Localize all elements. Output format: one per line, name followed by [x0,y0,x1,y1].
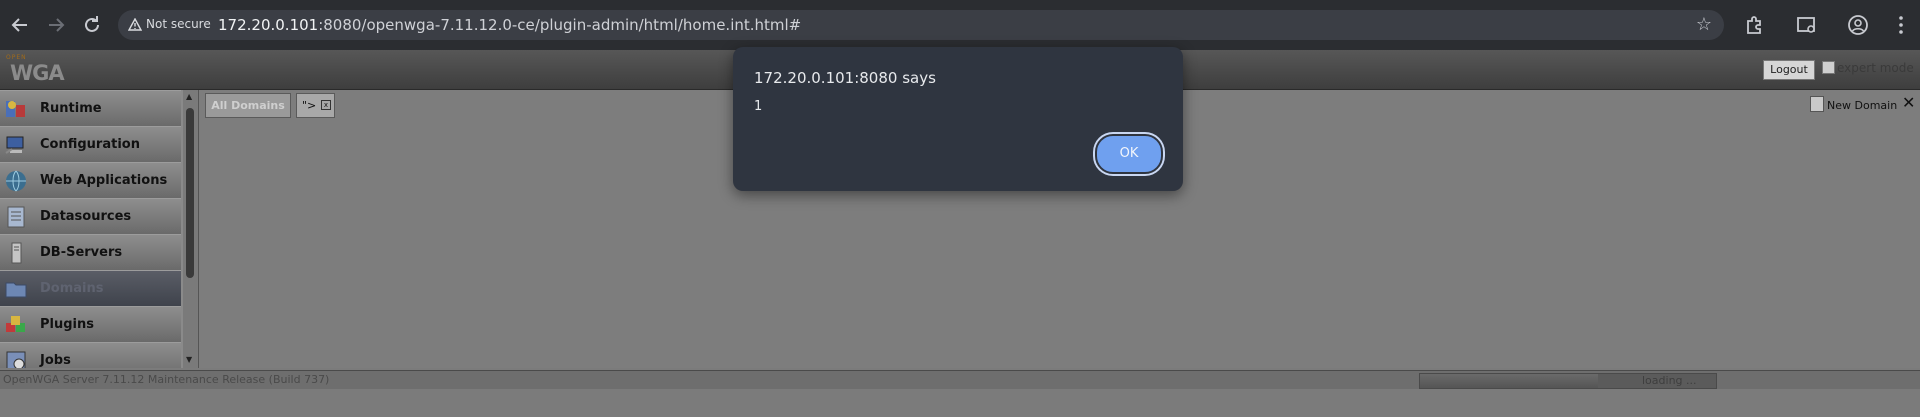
menu-kebab-icon[interactable] [1889,13,1913,37]
reload-icon[interactable] [80,13,104,37]
extensions-puzzle-icon[interactable] [1742,13,1766,37]
folder-icon [4,277,28,301]
page-footer-area [0,389,1920,417]
sidebar-item-configuration[interactable]: Configuration [0,126,181,163]
browser-toolbar: Not secure 172.20.0.101:8080/openwga-7.1… [0,0,1920,50]
sidebar-item-label: Plugins [40,317,94,332]
profile-avatar-icon[interactable] [1846,13,1870,37]
alert-dialog: 172.20.0.101:8080 says 1 OK [733,47,1183,191]
dialog-title: 172.20.0.101:8080 says [754,69,936,87]
address-bar[interactable]: Not secure 172.20.0.101:8080/openwga-7.1… [118,10,1724,40]
back-arrow-icon[interactable] [8,13,32,37]
logout-button[interactable]: Logout [1763,60,1815,80]
loading-progress: loading ... [1419,373,1717,389]
ok-button[interactable]: OK [1095,134,1163,174]
new-domain-link[interactable]: New Domain [1827,99,1897,112]
forward-arrow-icon[interactable] [44,13,68,37]
sidebar-item-label: Runtime [40,101,102,116]
sidebar-scrollbar[interactable]: ▲ ▼ [183,90,197,368]
plugin-cubes-icon [4,313,28,337]
warning-triangle-icon [127,17,143,36]
scrollbar-thumb[interactable] [186,108,194,278]
sidebar-item-label: Datasources [40,209,132,224]
expert-mode-label: expert mode [1837,61,1914,75]
sidebar-item-db-servers[interactable]: DB-Servers [0,234,181,271]
sidebar-item-label: Domains [40,281,104,296]
loading-label: loading ... [1642,374,1697,387]
url-text[interactable]: 172.20.0.101:8080/openwga-7.11.12.0-ce/p… [218,16,801,34]
sidebar-item-plugins[interactable]: Plugins [0,306,181,343]
status-bar: OpenWGA Server 7.11.12 Maintenance Relea… [0,370,1920,389]
computer-config-icon [4,133,28,157]
logo: WGA [10,61,65,85]
not-secure-label[interactable]: Not secure [146,17,211,31]
sidebar-item-runtime[interactable]: Runtime [0,90,181,127]
sidebar-item-jobs[interactable]: Jobs [0,342,181,368]
globe-icon [4,169,28,193]
sidebar-item-label: Jobs [40,353,71,368]
url-host: 172.20.0.101 [218,16,319,34]
runtime-icon [4,97,28,121]
sidebar-item-label: Configuration [40,137,140,152]
tab-injected[interactable]: "> x [296,93,335,118]
server-version-text: OpenWGA Server 7.11.12 Maintenance Relea… [3,373,330,386]
tab-injected-label: "> [302,99,317,112]
sidebar-item-web-applications[interactable]: Web Applications [0,162,181,199]
tab-close-icon[interactable]: x [321,100,331,110]
panel-close-icon[interactable]: ✕ [1902,93,1915,112]
scroll-up-icon[interactable]: ▲ [186,92,192,101]
tab-all-domains[interactable]: All Domains [205,93,291,118]
new-document-icon[interactable] [1810,96,1824,112]
sidebar-item-domains[interactable]: Domains [0,270,181,307]
sidebar: Runtime Configuration Web Applications D… [0,90,183,368]
sidebar-item-label: Web Applications [40,173,168,188]
datasource-icon [4,205,28,229]
tab-search-icon[interactable] [1795,13,1819,37]
progress-fill [1420,374,1598,388]
sidebar-item-datasources[interactable]: Datasources [0,198,181,235]
url-path: :8080/openwga-7.11.12.0-ce/plugin-admin/… [318,16,802,34]
logo-small-text: OPEN [6,54,27,61]
scroll-down-icon[interactable]: ▼ [186,355,192,364]
jobs-clock-icon [4,349,28,368]
bookmark-star-icon[interactable]: ☆ [1696,14,1712,35]
server-tower-icon [4,241,28,265]
expert-mode-checkbox[interactable] [1822,61,1835,74]
sidebar-item-label: DB-Servers [40,245,123,260]
dialog-message: 1 [754,99,763,114]
